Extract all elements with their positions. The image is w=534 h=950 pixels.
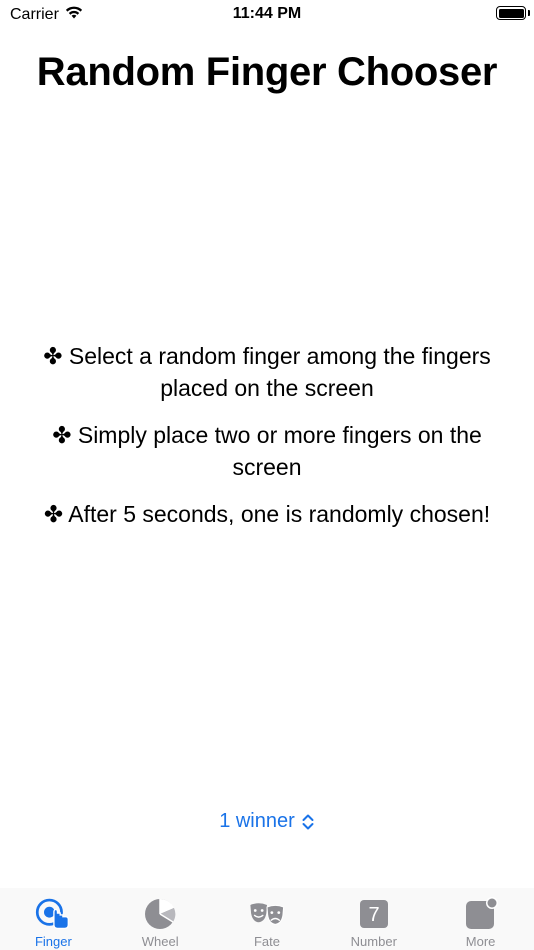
winner-count-label: 1 winner — [219, 810, 295, 832]
tab-more-label: More — [465, 934, 496, 949]
battery-icon — [496, 6, 526, 20]
instruction-chosen: ✤ After 5 seconds, one is randomly chose… — [43, 501, 491, 527]
instructions: ✤ Select a random finger among the finge… — [30, 340, 504, 545]
winner-count-picker[interactable]: 1 winner — [0, 810, 534, 833]
number-seven-glyph: 7 — [368, 904, 379, 926]
tab-more[interactable]: More — [427, 888, 534, 950]
chevron-up-down-icon — [301, 813, 315, 831]
battery-tip — [528, 10, 530, 16]
status-bar: Carrier 11:44 PM — [0, 0, 534, 30]
tab-number[interactable]: 7 Number — [320, 888, 427, 950]
instruction-select: ✤ Select a random finger among the finge… — [43, 343, 491, 401]
instruction-place-fingers: ✤ Simply place two or more fingers on th… — [52, 422, 482, 480]
finger-tap-icon — [35, 896, 71, 932]
tab-finger-label: Finger — [34, 934, 72, 949]
page-title: Random Finger Chooser — [36, 50, 498, 94]
tab-number-label: Number — [350, 934, 397, 949]
status-time: 11:44 PM — [232, 5, 302, 22]
theater-masks-icon — [249, 896, 285, 932]
tab-wheel[interactable]: Wheel — [107, 888, 214, 950]
number-seven-icon: 7 — [356, 896, 392, 932]
tab-bar: Finger Wheel Fate 7 Number More — [0, 888, 534, 950]
tab-fate-label: Fate — [253, 934, 280, 949]
tab-wheel-label: Wheel — [141, 934, 179, 949]
pie-chart-icon — [142, 896, 178, 932]
more-app-badge-icon — [463, 896, 499, 932]
tab-finger[interactable]: Finger — [0, 888, 107, 950]
tab-fate[interactable]: Fate — [214, 888, 321, 950]
